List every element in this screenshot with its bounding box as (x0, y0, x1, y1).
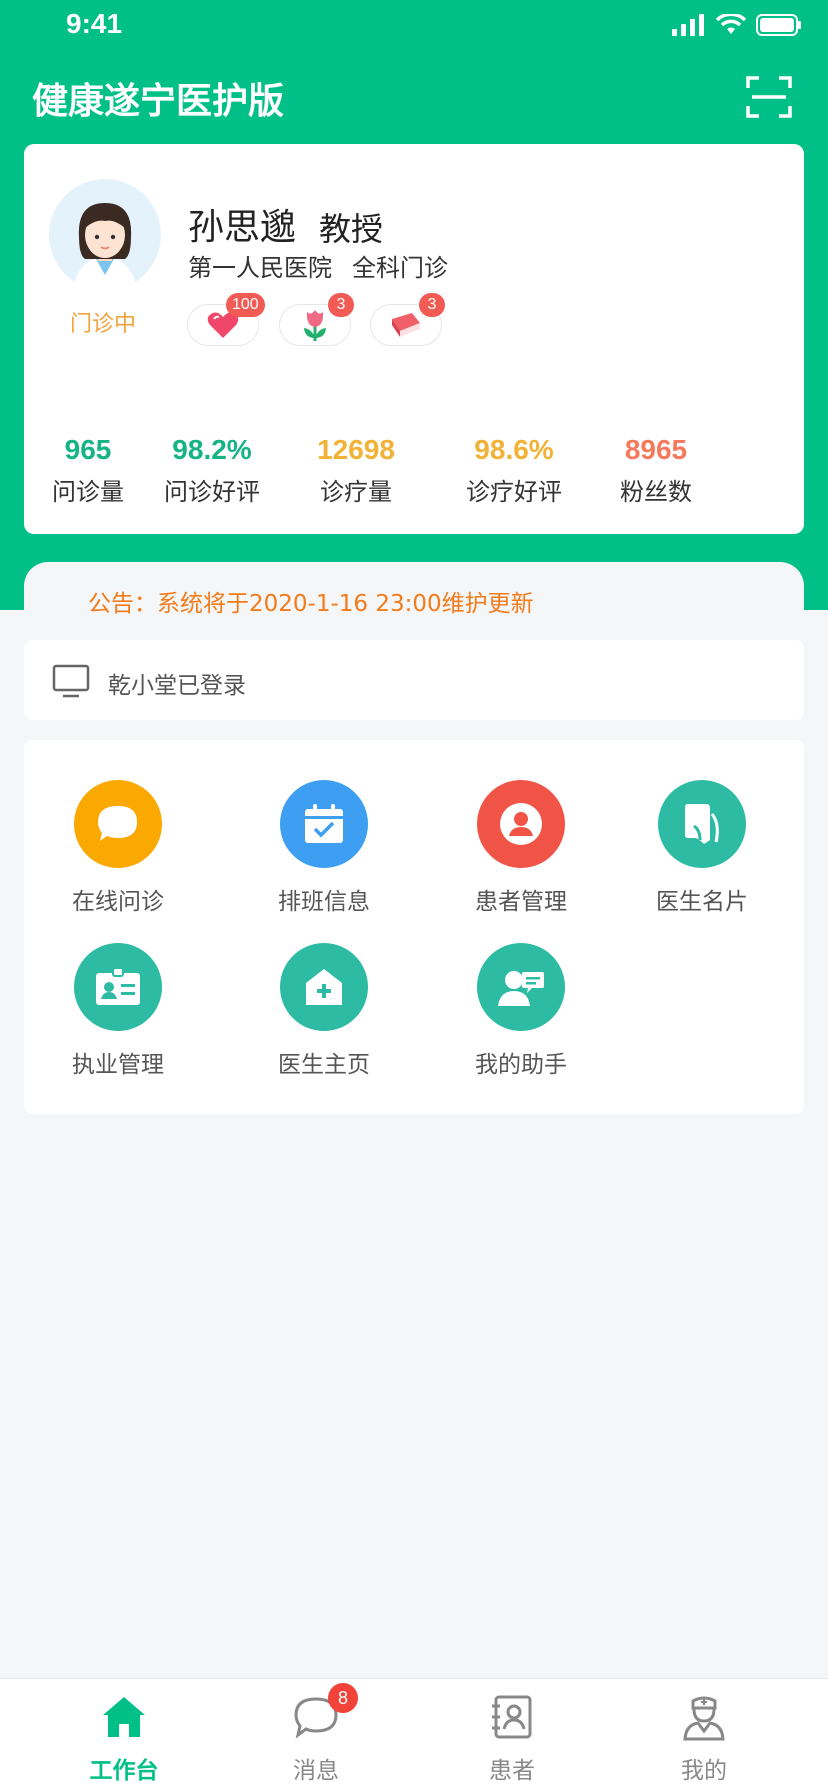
tab-label: 我的 (681, 1758, 727, 1784)
flower-badge[interactable]: 3 (279, 293, 354, 346)
status-icons (672, 12, 802, 38)
notice-banner[interactable]: 公告：系统将于2020-1-16 23:00维护更新 (24, 562, 804, 652)
stat-value: 98.6% (474, 434, 554, 465)
message-icon: 8 (292, 1683, 358, 1741)
chat-bubble-icon (74, 780, 162, 868)
flower-count: 3 (328, 293, 354, 317)
patient-icon (477, 780, 565, 868)
assistant-icon (477, 943, 565, 1031)
stat-value: 98.2% (172, 434, 252, 465)
message-badge: 8 (328, 1683, 358, 1713)
scan-icon[interactable] (746, 76, 792, 118)
app-title: 健康遂宁医护版 (32, 81, 285, 122)
home-icon (100, 1693, 148, 1741)
menu-label: 医生主页 (278, 1052, 370, 1078)
menu-label: 患者管理 (475, 889, 567, 915)
stat-value: 8965 (624, 434, 688, 465)
menu-label: 执业管理 (72, 1052, 164, 1078)
tab-label: 工作台 (89, 1758, 159, 1784)
doctor-name: 孙思邈 (188, 207, 297, 248)
book-badge[interactable]: 3 (370, 293, 445, 346)
stat-consult-rating[interactable]: 98.2% 问诊好评 (164, 434, 260, 507)
tab-label: 患者 (489, 1758, 535, 1784)
menu-doctor-card[interactable]: 医生名片 (622, 780, 782, 916)
tab-patients[interactable]: 患者 (452, 1693, 572, 1785)
menu-schedule[interactable]: 排班信息 (244, 780, 404, 916)
monitor-icon (52, 664, 90, 698)
menu-online-consult[interactable]: 在线问诊 (38, 780, 198, 916)
stat-label: 诊疗量 (320, 478, 392, 506)
book-icon (392, 313, 420, 337)
clinic-status-badge: 门诊中 (70, 312, 137, 337)
contacts-icon (488, 1693, 536, 1741)
avatar[interactable] (49, 179, 161, 291)
heart-count: 100 (226, 293, 265, 317)
stat-consult-count[interactable]: 965 问诊量 (52, 434, 124, 507)
status-bar: 9:41 (0, 0, 828, 52)
wifi-icon (716, 14, 746, 34)
home-plus-icon (280, 943, 368, 1031)
stat-value: 965 (64, 434, 112, 465)
menu-doctor-homepage[interactable]: 医生主页 (244, 943, 404, 1079)
book-count: 3 (419, 293, 445, 317)
signal-icon (672, 14, 704, 36)
doctor-avatar-icon (73, 203, 137, 291)
department-name: 全科门诊 (352, 254, 448, 282)
stat-value: 12698 (317, 434, 395, 465)
flower-icon (304, 310, 326, 341)
tab-label: 消息 (293, 1758, 339, 1784)
calendar-icon (280, 780, 368, 868)
function-menu: 在线问诊 排班信息 患者管理 医生名片 执业管理 医生主页 我的助手 (24, 740, 804, 1114)
heart-badge[interactable]: 100 (187, 293, 265, 346)
stat-label: 粉丝数 (620, 478, 692, 506)
stat-label: 问诊好评 (164, 478, 260, 506)
menu-patient-management[interactable]: 患者管理 (441, 780, 601, 916)
tab-mine[interactable]: 我的 (644, 1693, 764, 1785)
menu-label: 在线问诊 (72, 889, 164, 915)
login-status-text: 乾小堂已登录 (108, 673, 246, 699)
menu-my-assistant[interactable]: 我的助手 (441, 943, 601, 1079)
stat-label: 诊疗好评 (466, 478, 562, 506)
tab-workbench[interactable]: 工作台 (64, 1693, 184, 1785)
bottom-tab-bar: 工作台 8 消息 患者 我的 (0, 1678, 828, 1792)
stat-treatment-count[interactable]: 12698 诊疗量 (317, 434, 395, 507)
hospital-name: 第一人民医院 (188, 254, 332, 282)
doctor-title: 教授 (319, 210, 384, 248)
status-time: 9:41 (66, 8, 123, 39)
card-icon (658, 780, 746, 868)
menu-practice-management[interactable]: 执业管理 (38, 943, 198, 1079)
stat-treatment-rating[interactable]: 98.6% 诊疗好评 (466, 434, 562, 507)
profile-card: 门诊中 孙思邈 教授 第一人民医院 全科门诊 100 3 3 965 问诊量 9… (24, 144, 804, 534)
battery-icon (756, 14, 801, 36)
menu-label: 我的助手 (475, 1052, 567, 1078)
stat-label: 问诊量 (52, 478, 124, 506)
id-card-icon (74, 943, 162, 1031)
doctor-icon (680, 1693, 728, 1741)
stat-fans[interactable]: 8965 粉丝数 (620, 434, 692, 507)
notice-text: 公告：系统将于2020-1-16 23:00维护更新 (88, 591, 534, 617)
menu-label: 医生名片 (656, 889, 748, 915)
tab-messages[interactable]: 8 消息 (256, 1683, 376, 1785)
menu-label: 排班信息 (278, 889, 370, 915)
login-status-bar[interactable]: 乾小堂已登录 (24, 640, 804, 720)
